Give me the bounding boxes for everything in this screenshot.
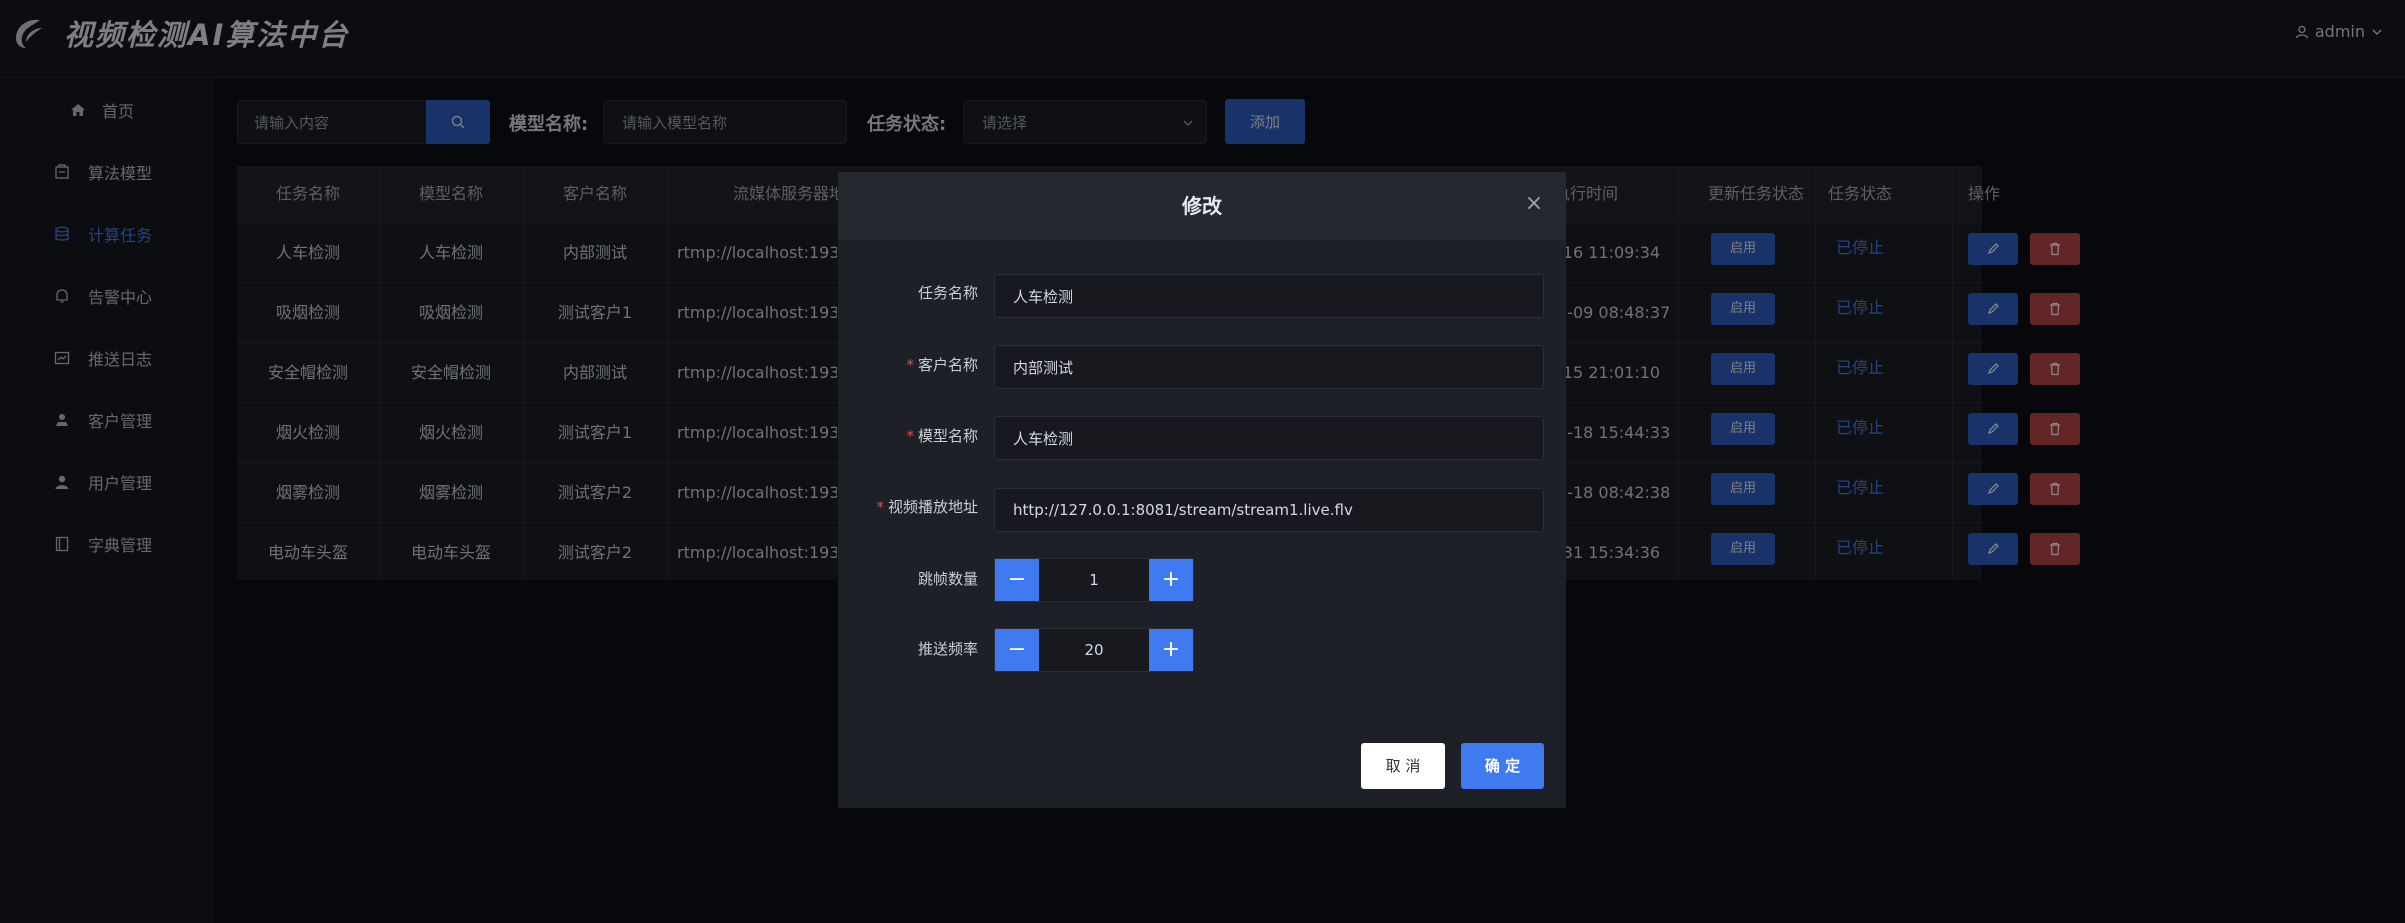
task-name-value: 人车检测 [1013,287,1074,306]
push-rate-label: 推送频率 [838,638,978,659]
video-url-label: * 视频播放地址 [838,496,978,517]
confirm-button[interactable]: 确 定 [1461,743,1544,789]
customer-name-field[interactable]: 内部测试 [994,345,1544,389]
video-url-field[interactable]: http://127.0.0.1:8081/stream/stream1.liv… [994,488,1544,532]
label-text: 视频播放地址 [887,498,978,516]
frame-skip-value[interactable]: 1 [1039,559,1149,601]
label-text: 推送频率 [917,640,978,658]
model-name-label: * 模型名称 [838,425,978,446]
required-mark: * [906,427,914,445]
label-text: 跳帧数量 [917,570,978,588]
cancel-button[interactable]: 取 消 [1361,743,1445,789]
edit-dialog: 修改 × 任务名称 人车检测 * 客户名称 内部测试 * 模型名称 人车检测 * 视频… [838,172,1566,808]
dialog-title: 修改 [1182,194,1222,218]
push-rate-stepper[interactable]: − 20 + [994,628,1194,672]
frame-skip-label: 跳帧数量 [838,568,978,589]
increment-button[interactable]: + [1149,629,1193,671]
push-rate-value[interactable]: 20 [1039,629,1149,671]
required-mark: * [906,356,914,374]
model-name-value: 人车检测 [1013,429,1074,448]
task-name-label: 任务名称 [838,282,978,303]
label-text: 任务名称 [917,284,978,302]
video-url-value: http://127.0.0.1:8081/stream/stream1.liv… [1013,501,1353,519]
close-icon[interactable]: × [1524,193,1544,215]
dialog-header: 修改 × [838,172,1566,240]
frame-skip-stepper[interactable]: − 1 + [994,558,1194,602]
task-name-field[interactable]: 人车检测 [994,274,1544,318]
required-mark: * [876,498,884,516]
customer-name-label: * 客户名称 [838,354,978,375]
decrement-button[interactable]: − [995,629,1039,671]
label-text: 客户名称 [917,356,978,374]
increment-button[interactable]: + [1149,559,1193,601]
model-name-field[interactable]: 人车检测 [994,416,1544,460]
label-text: 模型名称 [917,427,978,445]
decrement-button[interactable]: − [995,559,1039,601]
customer-name-value: 内部测试 [1013,358,1074,377]
